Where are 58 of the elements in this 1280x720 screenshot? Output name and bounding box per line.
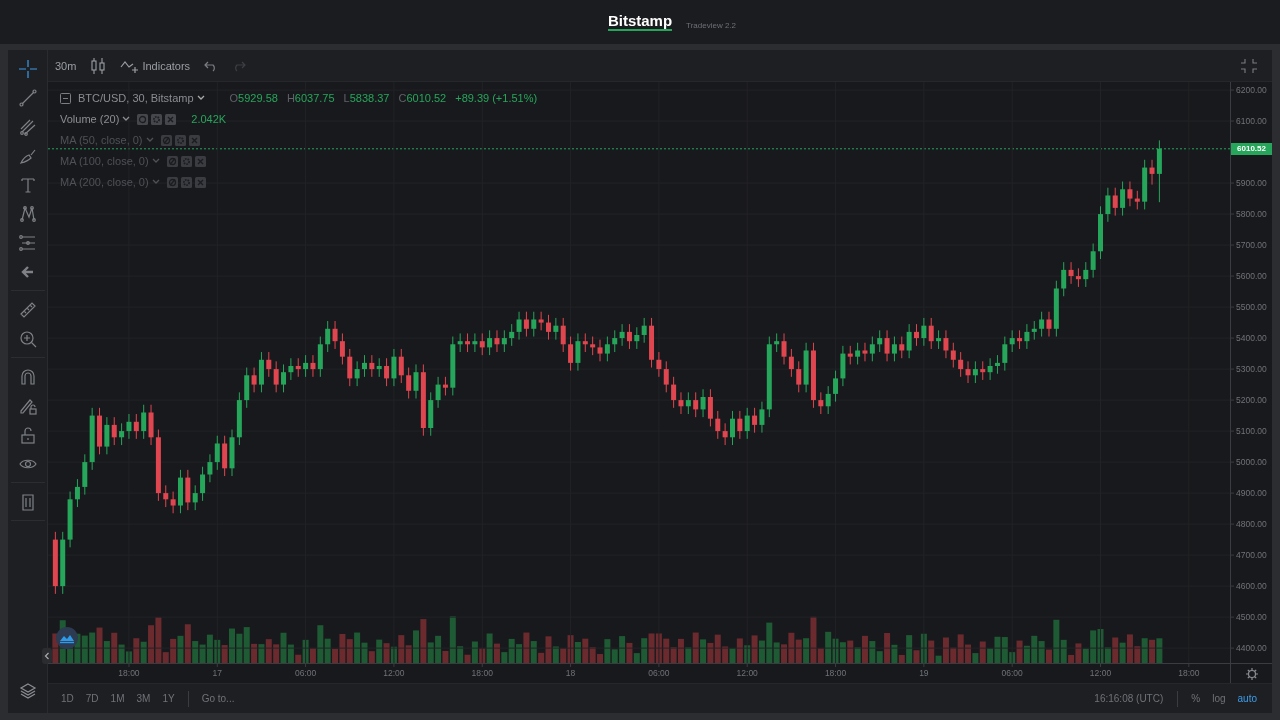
price-tick-label: 4500.00	[1236, 611, 1267, 624]
price-tick-label: 4400.00	[1236, 642, 1267, 655]
price-tick-label: 5200.00	[1236, 394, 1267, 407]
goto-button[interactable]: Go to...	[196, 691, 240, 706]
symbol-selector[interactable]: BTC/USD, 30, Bitstamp	[74, 92, 205, 104]
scale-option[interactable]: auto	[1232, 691, 1262, 706]
indicators-button[interactable]: Indicators	[120, 57, 191, 74]
time-tick-label: 18:00	[117, 667, 141, 679]
ohlc-value: 6037.75	[294, 92, 335, 104]
range-button[interactable]: 1M	[105, 691, 130, 706]
time-tick-label: 12:00	[1088, 667, 1113, 679]
time-tick-label: 18:00	[823, 667, 848, 679]
range-button[interactable]: 1D	[56, 691, 79, 706]
ohlc-value: 5838.37	[349, 92, 390, 104]
ohlc-label: L	[343, 92, 350, 104]
price-tick-label: 6200.00	[1236, 84, 1267, 97]
time-tick-label: 17	[211, 667, 223, 679]
price-tick-label: 4800.00	[1236, 518, 1267, 531]
price-tick-label: 4700.00	[1236, 549, 1267, 562]
price-tick-label: 6100.00	[1236, 115, 1267, 128]
clock: 16:16:08 (UTC)	[1094, 693, 1164, 704]
price-tick-label: 5600.00	[1236, 270, 1267, 283]
ohlc-value: 6010.52	[406, 92, 447, 104]
price-tick-label: 4900.00	[1236, 487, 1267, 500]
price-change: +89.39 (+1.51%)	[455, 92, 538, 104]
price-tick-label: 5300.00	[1236, 363, 1267, 376]
time-tick-label: 18:00	[1177, 667, 1201, 679]
last-price-label: 6010.52	[1231, 142, 1272, 155]
time-tick-label: 06:00	[1000, 667, 1024, 679]
price-tick-label: 5700.00	[1236, 239, 1267, 252]
indicator-selector[interactable]: Volume (20)	[60, 113, 131, 125]
price-tick-label: 5500.00	[1236, 301, 1267, 314]
price-tick-label: 5800.00	[1236, 208, 1267, 221]
interval-button[interactable]: 30m	[55, 59, 77, 72]
time-tick-label: 19	[918, 667, 930, 679]
indicator-value: 2.042K	[191, 113, 227, 125]
bitstamp-logo: Bitstamp	[607, 13, 673, 31]
version-label: Tradeview 2.2	[686, 20, 737, 30]
time-tick-label: 12:00	[735, 667, 759, 679]
ohlc-label: H	[286, 92, 295, 104]
price-tick-label: 5400.00	[1236, 332, 1267, 345]
price-tick-label: 5100.00	[1236, 425, 1267, 438]
range-button[interactable]: 7D	[80, 691, 104, 706]
time-tick-label: 18	[564, 667, 577, 679]
time-tick-label: 18:00	[470, 667, 494, 679]
range-button[interactable]: 3M	[131, 691, 156, 706]
price-tick-label: 4600.00	[1236, 580, 1267, 593]
ohlc-label: C	[398, 92, 407, 104]
time-tick-label: 06:00	[647, 667, 671, 679]
price-tick-label: 5000.00	[1236, 456, 1267, 469]
time-tick-label: 06:00	[293, 667, 318, 679]
price-tick-label: 5900.00	[1236, 177, 1267, 190]
ohlc-label: O	[229, 92, 239, 104]
scale-option[interactable]: log	[1207, 691, 1231, 706]
scale-option[interactable]: %	[1186, 691, 1206, 706]
range-button[interactable]: 1Y	[157, 691, 180, 706]
ohlc-value: 5929.58	[238, 92, 278, 104]
time-tick-label: 12:00	[382, 667, 406, 679]
